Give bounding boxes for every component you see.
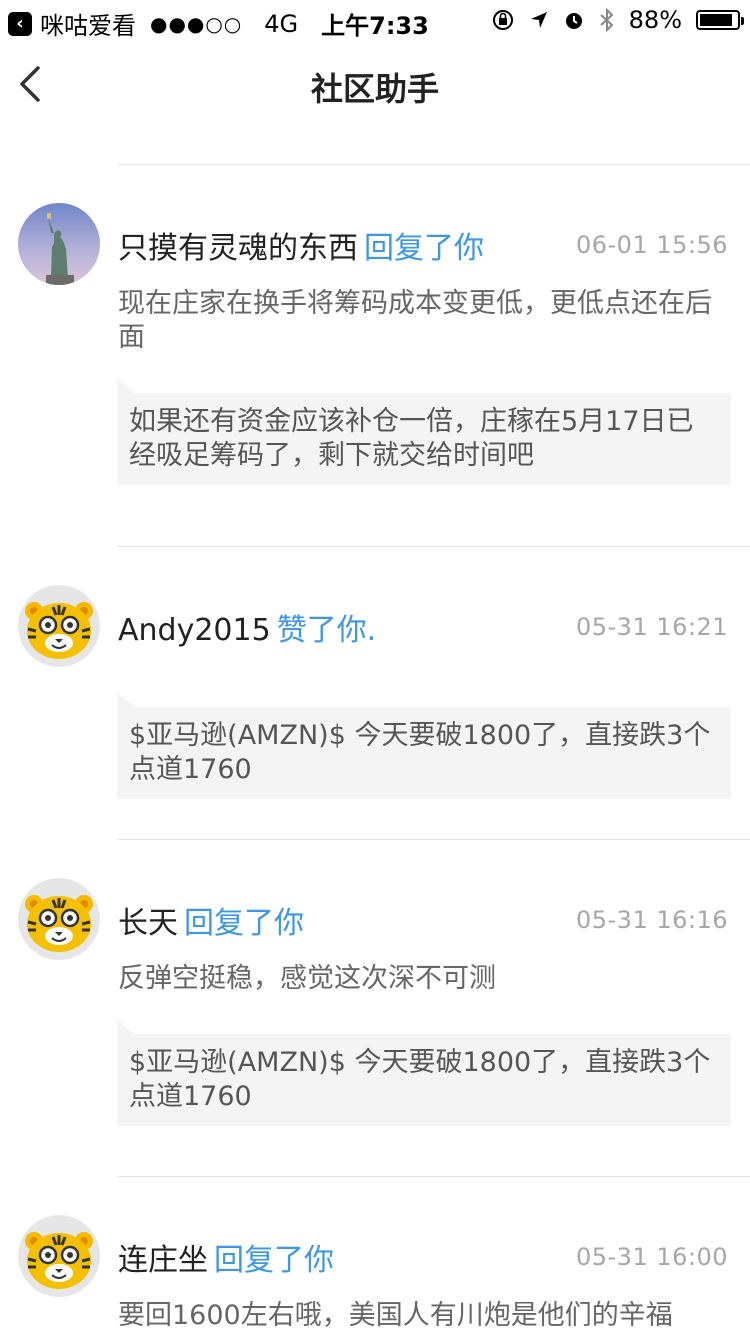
tiger-avatar[interactable] <box>18 1215 100 1297</box>
page-title: 社区助手 <box>310 70 439 108</box>
tiger-avatar[interactable] <box>18 878 100 960</box>
statue-of-liberty-avatar[interactable] <box>18 203 100 285</box>
user-name[interactable]: 长天 <box>118 906 178 941</box>
action-label: 回复了你 <box>214 1243 334 1278</box>
user-name-line: Andy2015 赞了你. <box>118 605 376 649</box>
notification-item[interactable]: 长天 回复了你 05-31 16:16 反弹空挺稳，感觉这次深不可测 $亚马逊(A… <box>0 840 750 1176</box>
quoted-post[interactable]: $亚马逊(AMZN)$ 今天要破1800了，直接跌3个点道1760 <box>117 1020 731 1126</box>
user-name-line: 连庄坐 回复了你 <box>118 1235 334 1279</box>
action-label: 回复了你 <box>184 906 304 941</box>
battery-icon <box>696 10 744 30</box>
action-label: 赞了你. <box>276 613 377 648</box>
bluetooth-icon <box>599 8 614 32</box>
tiger-avatar[interactable] <box>18 585 100 667</box>
reply-message[interactable]: 要回1600左右哦，美国人有川炮是他们的辛福 <box>118 1299 728 1333</box>
notification-item[interactable]: 连庄坐 回复了你 05-31 16:00 要回1600左右哦，美国人有川炮是他们的… <box>0 1177 750 1337</box>
location-arrow-icon <box>530 12 547 28</box>
alarm-icon <box>565 13 582 29</box>
user-name-line: 长天 回复了你 <box>118 898 304 942</box>
status-bar: ‹ 咪咕爱看 ●●●○○ 4G 上午7:33 88% <box>0 0 750 40</box>
timestamp: 06-01 15:56 <box>575 231 728 259</box>
reply-message[interactable]: 反弹空挺稳，感觉这次深不可测 <box>118 962 728 996</box>
reply-message[interactable]: 现在庄家在换手将筹码成本变更低，更低点还在后面 <box>118 287 728 355</box>
timestamp: 05-31 16:16 <box>575 906 728 934</box>
quoted-post[interactable]: $亚马逊(AMZN)$ 今天要破1800了，直接跌3个点道1760 <box>117 693 731 799</box>
timestamp: 05-31 16:00 <box>575 1243 728 1271</box>
quoted-post[interactable]: 如果还有资金应该补仓一倍，庄稼在5月17日已经吸足筹码了，剩下就交给时间吧 <box>117 379 731 485</box>
navigation-bar: 社区助手 <box>0 44 750 124</box>
notification-list: 只摸有灵魂的东西 回复了你 06-01 15:56 现在庄家在换手将筹码成本变更低… <box>0 164 750 1337</box>
notification-item[interactable]: Andy2015 赞了你. 05-31 16:21 $亚马逊(AMZN)$ 今天要… <box>0 547 750 839</box>
user-name[interactable]: Andy2015 <box>118 613 271 648</box>
action-label: 回复了你 <box>364 231 484 266</box>
notification-item[interactable]: 只摸有灵魂的东西 回复了你 06-01 15:56 现在庄家在换手将筹码成本变更低… <box>0 165 750 546</box>
battery-percent: 88% <box>628 6 682 34</box>
user-name[interactable]: 只摸有灵魂的东西 <box>118 231 358 266</box>
rotation-lock-icon <box>492 10 513 30</box>
timestamp: 05-31 16:21 <box>575 613 728 641</box>
user-name[interactable]: 连庄坐 <box>118 1243 208 1278</box>
user-name-line: 只摸有灵魂的东西 回复了你 <box>118 223 484 267</box>
